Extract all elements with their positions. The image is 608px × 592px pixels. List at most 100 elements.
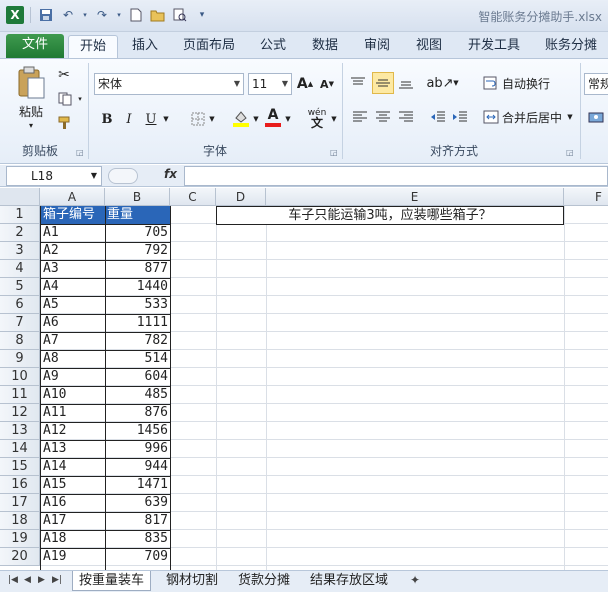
cell-box-id[interactable]: A12 [41,422,105,440]
row-header[interactable]: 17 [0,494,40,512]
phonetic-dropdown-icon[interactable]: ▼ [330,109,338,129]
sheet-tab-steel-cutting[interactable]: 钢材切割 [160,571,224,591]
question-cell[interactable]: 车子只能运输3吨，应装哪些箱子？ [216,206,564,225]
header-cell-weight[interactable]: 重量 [105,206,170,224]
decrease-indent-icon[interactable] [428,107,448,127]
cell-box-id[interactable]: A5 [41,296,105,314]
tab-insert[interactable]: 插入 [124,35,166,58]
cell-box-id[interactable]: A18 [41,530,105,548]
save-icon[interactable] [37,6,55,24]
row-header[interactable]: 7 [0,314,40,332]
row-header[interactable]: 4 [0,260,40,278]
cell-box-id[interactable]: A3 [41,260,105,278]
alignment-launcher-icon[interactable]: ◲ [566,148,574,157]
wrap-text-button[interactable]: 自动换行 [502,73,554,93]
row-header[interactable]: 19 [0,530,40,548]
grow-font-button[interactable]: A ▲ [296,75,314,93]
orientation-dropdown-icon[interactable]: ▼ [452,73,460,93]
row-header[interactable]: 3 [0,242,40,260]
merge-dropdown-icon[interactable]: ▼ [566,107,574,127]
wrap-text-icon[interactable] [482,73,500,93]
redo-dropdown-icon[interactable]: ▾ [115,6,123,24]
paste-dropdown-icon[interactable]: ▾ [26,119,36,131]
prev-sheet-icon[interactable]: ◀ [24,575,31,585]
align-middle-icon[interactable] [372,72,394,94]
row-header[interactable]: 2 [0,224,40,242]
tab-file[interactable]: 文件 [6,34,64,58]
row-header[interactable]: 18 [0,512,40,530]
cell-box-id[interactable]: A7 [41,332,105,350]
header-cell-box-id[interactable]: 箱子编号 [41,206,105,224]
copy-dropdown-icon[interactable]: ▾ [76,91,84,107]
cell-weight[interactable]: 533 [105,296,170,314]
tab-formulas[interactable]: 公式 [254,35,292,58]
tab-accounting[interactable]: 账务分摊 [538,35,604,58]
column-header-d[interactable]: D [216,188,266,206]
insert-sheet-icon[interactable]: ✦ [410,573,420,587]
tab-review[interactable]: 审阅 [356,35,398,58]
font-size-select[interactable]: 11 ▼ [248,73,292,95]
tab-view[interactable]: 视图 [408,35,450,58]
cell-weight[interactable]: 817 [105,512,170,530]
merge-center-icon[interactable] [482,107,500,127]
cell-weight[interactable]: 782 [105,332,170,350]
column-header-e[interactable]: E [266,188,564,206]
next-sheet-icon[interactable]: ▶ [38,575,45,585]
first-sheet-icon[interactable]: |◀ [8,575,18,585]
row-header[interactable]: 9 [0,350,40,368]
align-bottom-icon[interactable] [396,73,416,93]
new-icon[interactable] [127,6,145,24]
cell-weight[interactable]: 1471 [105,476,170,494]
cell-box-id[interactable]: A4 [41,278,105,296]
row-header[interactable]: 5 [0,278,40,296]
row-header[interactable]: 10 [0,368,40,386]
font-name-select[interactable]: 宋体 ▼ [94,73,244,95]
cell-weight[interactable]: 877 [105,260,170,278]
cell-weight[interactable]: 485 [105,386,170,404]
row-header[interactable]: 8 [0,332,40,350]
underline-button[interactable]: U [142,109,160,129]
undo-dropdown-icon[interactable]: ▾ [81,6,89,24]
align-right-icon[interactable] [396,107,416,127]
tab-home[interactable]: 开始 [68,35,118,58]
italic-button[interactable]: I [120,109,138,129]
cell-box-id[interactable]: A8 [41,350,105,368]
cell-box-id[interactable]: A2 [41,242,105,260]
cell-box-id[interactable]: A9 [41,368,105,386]
row-header[interactable]: 1 [0,206,40,224]
shrink-font-button[interactable]: A ▼ [318,75,336,93]
tab-developer[interactable]: 开发工具 [462,35,526,58]
row-header[interactable]: 13 [0,422,40,440]
cell-weight[interactable]: 1440 [105,278,170,296]
excel-icon[interactable]: X [6,6,24,24]
select-all-button[interactable] [0,188,40,206]
tab-data[interactable]: 数据 [304,35,346,58]
column-header-c[interactable]: C [170,188,216,206]
row-header[interactable]: 16 [0,476,40,494]
cell-box-id[interactable]: A17 [41,512,105,530]
cell-weight[interactable]: 792 [105,242,170,260]
cell-weight[interactable]: 876 [105,404,170,422]
formula-input[interactable] [184,166,608,186]
bold-button[interactable]: B [98,109,116,129]
cell-weight[interactable]: 639 [105,494,170,512]
borders-dropdown-icon[interactable]: ▼ [208,109,216,129]
merge-center-button[interactable]: 合并后居中 [502,107,566,127]
column-header-b[interactable]: B [105,188,170,206]
name-box[interactable]: L18 ▼ [6,166,102,186]
undo-icon[interactable]: ↶ [59,6,77,24]
clipboard-launcher-icon[interactable]: ◲ [76,148,84,157]
redo-icon[interactable]: ↷ [93,6,111,24]
font-launcher-icon[interactable]: ◲ [330,148,338,157]
font-color-icon[interactable]: A [264,105,282,129]
cell-box-id[interactable]: A19 [41,548,105,566]
row-header[interactable]: 11 [0,386,40,404]
underline-dropdown-icon[interactable]: ▼ [162,109,170,129]
cell-box-id[interactable]: A13 [41,440,105,458]
cell-weight[interactable]: 705 [105,224,170,242]
cell-weight[interactable]: 835 [105,530,170,548]
cell-box-id[interactable]: A14 [41,458,105,476]
cell-box-id[interactable]: A10 [41,386,105,404]
increase-indent-icon[interactable] [450,107,470,127]
tab-page-layout[interactable]: 页面布局 [176,35,242,58]
